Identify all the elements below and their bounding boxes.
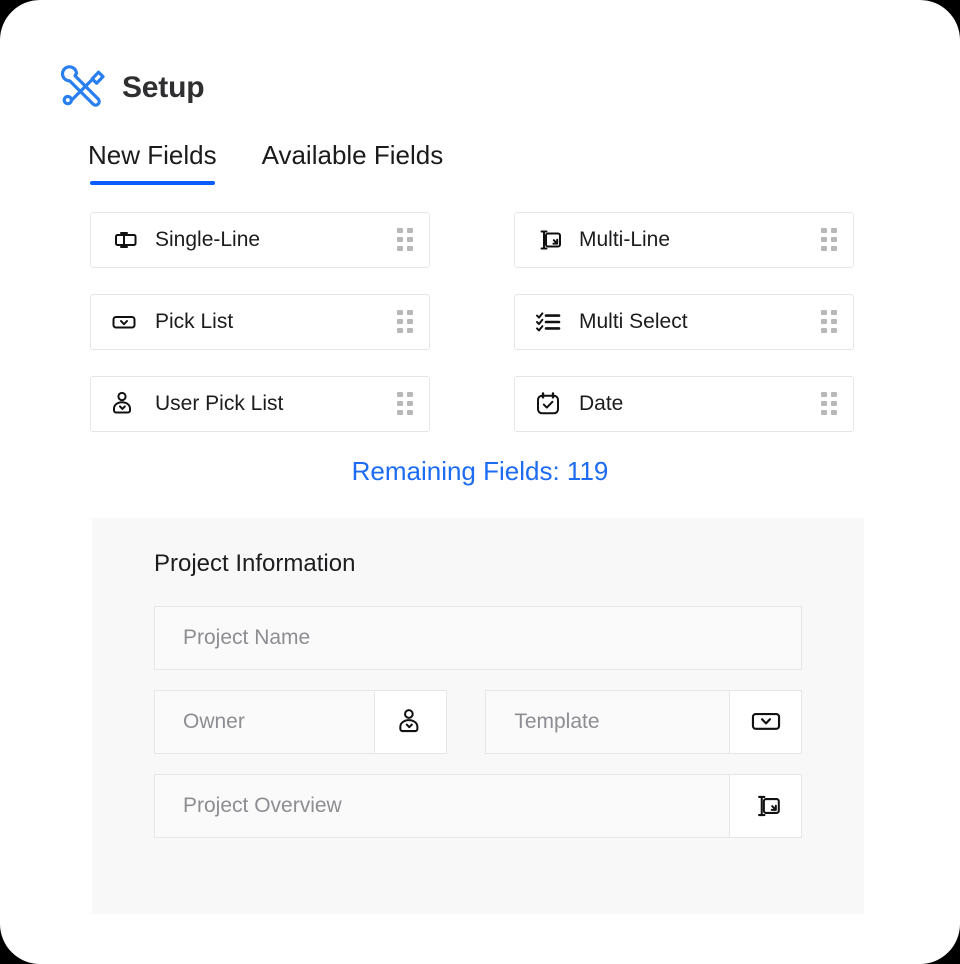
drag-handle-icon[interactable] — [397, 228, 413, 252]
field-card-date[interactable]: Date — [514, 376, 854, 432]
single-line-icon — [109, 225, 139, 255]
field-card-label: Single-Line — [155, 228, 261, 251]
app-window: Setup New Fields Available Fields Single… — [0, 0, 960, 964]
template-group: Template — [485, 690, 803, 754]
pick-list-icon — [109, 307, 139, 337]
field-types-grid: Single-Line Multi-Line Pick List Multi S… — [90, 212, 854, 432]
field-card-label: User Pick List — [155, 392, 284, 415]
tab-available-fields[interactable]: Available Fields — [262, 140, 444, 185]
user-pick-list-icon — [395, 706, 427, 738]
field-card-pick-list[interactable]: Pick List — [90, 294, 430, 350]
project-information-panel: Project Information Project Name Owner T… — [92, 518, 864, 914]
drag-handle-icon[interactable] — [821, 228, 837, 252]
tab-new-fields[interactable]: New Fields — [88, 140, 217, 185]
drag-handle-icon[interactable] — [821, 310, 837, 334]
project-overview-multi-line-button[interactable] — [730, 774, 802, 838]
form-row-owner-template: Owner Template — [154, 690, 803, 754]
setup-tools-icon — [60, 64, 108, 112]
remaining-fields-label: Remaining Fields: 119 — [351, 456, 609, 486]
field-card-label: Date — [579, 392, 624, 415]
date-icon — [533, 389, 563, 419]
field-card-user-pick-list[interactable]: User Pick List — [90, 376, 430, 432]
field-card-multi-line[interactable]: Multi-Line — [514, 212, 854, 268]
template-input[interactable]: Template — [485, 690, 731, 754]
project-overview-input[interactable]: Project Overview — [154, 774, 730, 838]
drag-handle-icon[interactable] — [397, 392, 413, 416]
owner-user-pick-list-button[interactable] — [375, 690, 448, 754]
multi-line-icon — [533, 225, 563, 255]
form-row-project-name: Project Name — [154, 606, 802, 670]
owner-input[interactable]: Owner — [154, 690, 376, 754]
field-card-label: Multi-Line — [579, 228, 671, 251]
page-header: Setup — [60, 64, 205, 112]
field-card-multi-select[interactable]: Multi Select — [514, 294, 854, 350]
tab-new-fields-label: New Fields — [88, 140, 217, 170]
tab-bar: New Fields Available Fields — [88, 140, 443, 185]
multi-select-icon — [533, 307, 563, 337]
template-pick-list-button[interactable] — [730, 690, 803, 754]
pick-list-icon — [749, 709, 783, 735]
multi-line-icon — [750, 790, 782, 822]
drag-handle-icon[interactable] — [397, 310, 413, 334]
form-row-project-overview: Project Overview — [154, 774, 802, 838]
field-card-single-line[interactable]: Single-Line — [90, 212, 430, 268]
user-pick-list-icon — [109, 389, 139, 419]
panel-title: Project Information — [154, 550, 356, 577]
project-name-group: Project Name — [154, 606, 802, 670]
project-name-input[interactable]: Project Name — [154, 606, 802, 670]
owner-group: Owner — [154, 690, 448, 754]
field-card-label: Pick List — [155, 310, 234, 333]
project-overview-group: Project Overview — [154, 774, 802, 838]
drag-handle-icon[interactable] — [821, 392, 837, 416]
field-card-label: Multi Select — [579, 310, 688, 333]
page-title: Setup — [122, 71, 205, 104]
tab-available-fields-label: Available Fields — [261, 140, 444, 170]
